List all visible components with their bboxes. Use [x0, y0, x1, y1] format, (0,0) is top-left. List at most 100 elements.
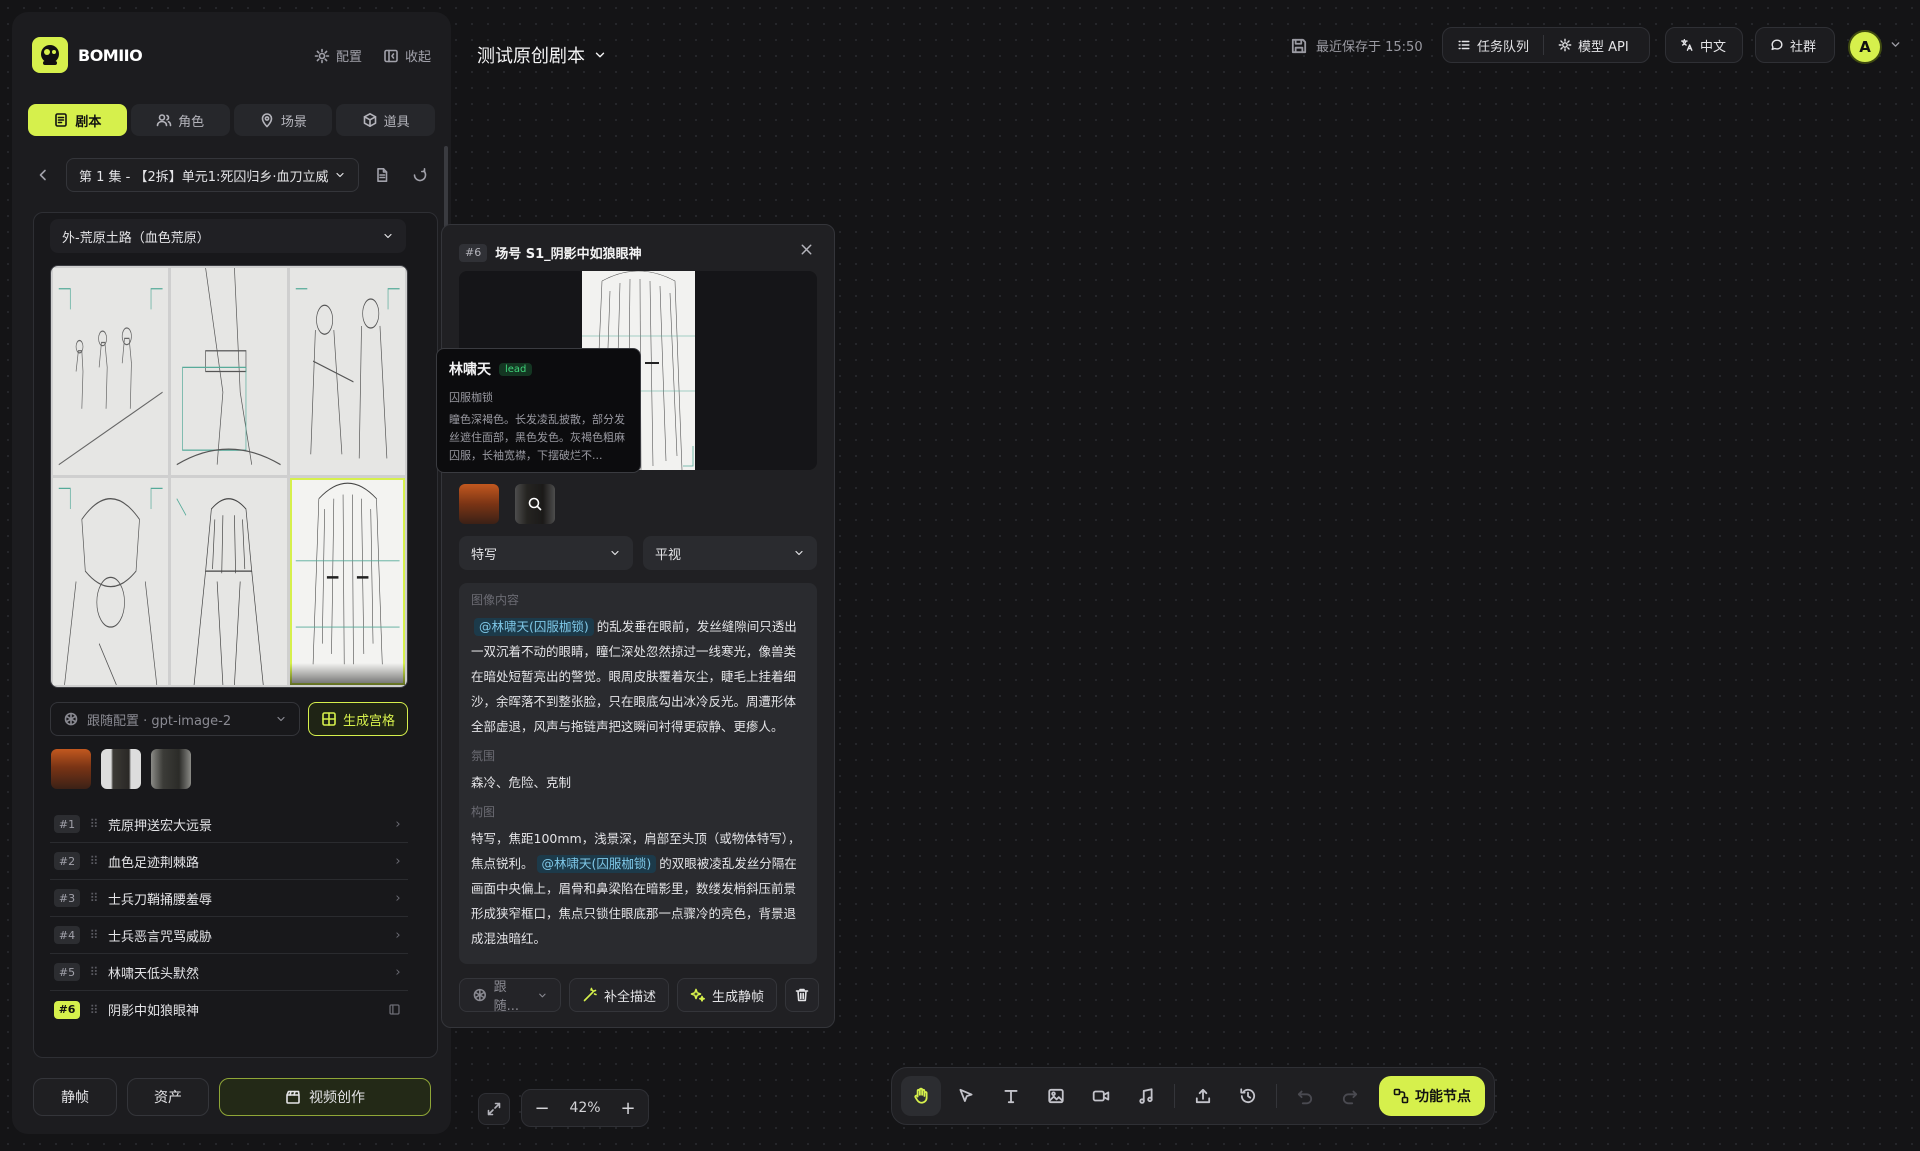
tab-script[interactable]: 剧本 — [28, 104, 127, 136]
image-tool[interactable] — [1036, 1076, 1076, 1116]
shot-number: #6 — [54, 1000, 80, 1019]
text-tool[interactable] — [991, 1076, 1031, 1116]
image-content-body: 的乱发垂在眼前，发丝缝隙间只透出一双沉着不动的眼睛，瞳仁深处忽然掠过一线寒光，像… — [471, 619, 797, 734]
tab-props[interactable]: 道具 — [336, 104, 435, 136]
shot-size-select[interactable]: 特写 — [459, 536, 633, 570]
tab-props-label: 道具 — [383, 114, 410, 130]
shot-item-6[interactable]: #6 ⠿ 阴影中如狼眼神 — [50, 991, 408, 1028]
avatar-letter: A — [1859, 38, 1871, 56]
select-tool[interactable] — [946, 1076, 986, 1116]
fit-view-button[interactable] — [478, 1093, 510, 1125]
model-select[interactable]: 跟随配置 · gpt-image-2 — [50, 702, 300, 736]
function-node-button[interactable]: 功能节点 — [1379, 1076, 1485, 1116]
storyboard-panel-4[interactable] — [53, 478, 169, 685]
character-mention[interactable]: @林啸天(囚服枷锁) — [474, 618, 594, 636]
character-reference-thumbnail[interactable] — [515, 484, 555, 524]
image-content-text[interactable]: @林啸天(囚服枷锁) 的乱发垂在眼前，发丝缝隙间只透出一双沉着不动的眼睛，瞳仁深处… — [471, 614, 805, 739]
storyboard-panel-5[interactable] — [171, 478, 287, 685]
mood-text[interactable]: 森冷、危险、克制 — [471, 770, 805, 795]
hand-tool[interactable] — [901, 1076, 941, 1116]
zoom-in-button[interactable]: + — [616, 1098, 640, 1119]
storyboard-grid[interactable] — [50, 265, 408, 688]
drag-handle-icon[interactable]: ⠿ — [80, 928, 108, 942]
assets-button[interactable]: 资产 — [127, 1078, 209, 1116]
drag-handle-icon[interactable]: ⠿ — [80, 965, 108, 979]
shot-detail-actions: 跟随... 补全描述 生成静帧 — [459, 978, 820, 1014]
document-button[interactable] — [367, 160, 397, 190]
generate-grid-button[interactable]: 生成宫格 — [308, 702, 408, 736]
community-button[interactable]: 社群 — [1755, 27, 1835, 63]
generate-still-button[interactable]: 生成静帧 — [677, 978, 778, 1012]
character-tooltip: 林啸天 lead 囚服枷锁 瞳色深褐色。长发凌乱披散，部分发丝遮住面部，黑色发色… — [436, 348, 641, 473]
shot-model-select[interactable]: 跟随... — [459, 978, 561, 1014]
close-button[interactable] — [799, 242, 814, 257]
drag-handle-icon[interactable]: ⠿ — [80, 854, 108, 868]
shot-item-4[interactable]: #4 ⠿ 士兵恶言咒骂威胁 › — [50, 917, 408, 954]
shot-camera-selects: 特写 平视 — [459, 536, 817, 570]
zoom-out-button[interactable]: − — [530, 1098, 554, 1119]
language-button[interactable]: 中文 — [1665, 27, 1743, 63]
drag-handle-icon[interactable]: ⠿ — [80, 891, 108, 905]
storyboard-panel-3[interactable] — [289, 268, 405, 475]
tab-scenes[interactable]: 场景 — [233, 104, 333, 136]
audio-tool[interactable] — [1126, 1076, 1166, 1116]
shot-title: 士兵刀鞘捅腰羞辱 — [108, 892, 213, 908]
sidebar-tabs: 剧本 角色 场景 道具 — [28, 104, 435, 138]
brand-logo[interactable]: BOMIIO — [32, 37, 143, 73]
shot-item-1[interactable]: #1 ⠿ 荒原押送宏大远景 › — [50, 806, 408, 843]
user-avatar[interactable]: A — [1848, 30, 1882, 64]
still-frame-button[interactable]: 静帧 — [33, 1078, 117, 1116]
redo-button[interactable] — [1330, 1076, 1370, 1116]
shot-number: #2 — [54, 852, 80, 870]
scene-select[interactable]: 外-荒原土路（血色荒原） — [50, 219, 406, 253]
canvas-toolbar: 功能节点 — [891, 1067, 1495, 1125]
history-tool[interactable] — [1228, 1076, 1268, 1116]
still-frame-label: 静帧 — [61, 1090, 89, 1106]
storyboard-panel-1[interactable] — [53, 268, 169, 475]
zoom-in-overlay[interactable] — [515, 484, 555, 524]
zoom-level: 42% — [569, 1100, 601, 1116]
character-thumbnail-2[interactable] — [151, 749, 191, 789]
redo-icon — [1342, 1090, 1358, 1105]
episode-select[interactable]: 第 1 集 - 【2拆】单元1:死囚归乡·血刀立威 — [66, 158, 359, 192]
panel-open-icon[interactable] — [388, 1003, 408, 1016]
shot-item-5[interactable]: #5 ⠿ 林啸天低头默然 › — [50, 954, 408, 991]
character-mention[interactable]: @林啸天(囚服枷锁) — [536, 855, 657, 873]
video-create-button[interactable]: 视频创作 — [219, 1078, 431, 1116]
hand-icon — [914, 1087, 928, 1104]
character-thumbnail-1[interactable] — [101, 749, 141, 789]
project-title: 测试原创剧本 — [477, 46, 585, 67]
upload-tool[interactable] — [1183, 1076, 1223, 1116]
drag-handle-icon[interactable]: ⠿ — [80, 817, 108, 831]
project-title-dropdown[interactable]: 测试原创剧本 — [477, 42, 607, 68]
tooltip-subtitle: 囚服枷锁 — [449, 391, 493, 404]
zoom-control: − 42% + — [521, 1089, 649, 1127]
refresh-button[interactable] — [405, 160, 435, 190]
chevron-down-icon[interactable] — [1889, 38, 1902, 51]
shot-reference-thumbnails — [459, 484, 555, 524]
storyboard-panel-6-selected[interactable] — [289, 478, 405, 685]
model-api-button[interactable]: 模型 API — [1544, 28, 1643, 62]
task-queue-button[interactable]: 任务队列 — [1443, 28, 1543, 62]
chevron-down-icon — [611, 550, 619, 556]
video-tool[interactable] — [1081, 1076, 1121, 1116]
shot-item-2[interactable]: #2 ⠿ 血色足迹荆棘路 › — [50, 843, 408, 880]
storyboard-panel-2[interactable] — [171, 268, 287, 475]
scene-thumbnail[interactable] — [51, 749, 91, 789]
delete-shot-button[interactable] — [785, 978, 820, 1012]
undo-button[interactable] — [1285, 1076, 1325, 1116]
shot-number: #1 — [54, 815, 80, 833]
scene-reference-thumbnail[interactable] — [459, 484, 499, 524]
back-button[interactable] — [28, 160, 58, 190]
complete-description-button[interactable]: 补全描述 — [569, 978, 670, 1012]
shot-description-box[interactable]: 图像内容 @林啸天(囚服枷锁) 的乱发垂在眼前，发丝缝隙间只透出一双沉着不动的眼睛… — [459, 583, 817, 964]
collapse-sidebar-button[interactable]: 收起 — [383, 46, 431, 65]
tab-characters[interactable]: 角色 — [130, 104, 230, 136]
camera-angle-select[interactable]: 平视 — [643, 536, 817, 570]
shot-size-value: 特写 — [471, 547, 498, 563]
config-button[interactable]: 配置 — [314, 46, 362, 65]
sparkles-icon — [690, 988, 706, 1002]
composition-text[interactable]: 特写，焦距100mm，浅景深，肩部至头顶（或物体特写），焦点锐利。 @林啸天(囚服… — [471, 826, 805, 951]
shot-item-3[interactable]: #3 ⠿ 士兵刀鞘捅腰羞辱 › — [50, 880, 408, 917]
drag-handle-icon[interactable]: ⠿ — [80, 1003, 108, 1017]
